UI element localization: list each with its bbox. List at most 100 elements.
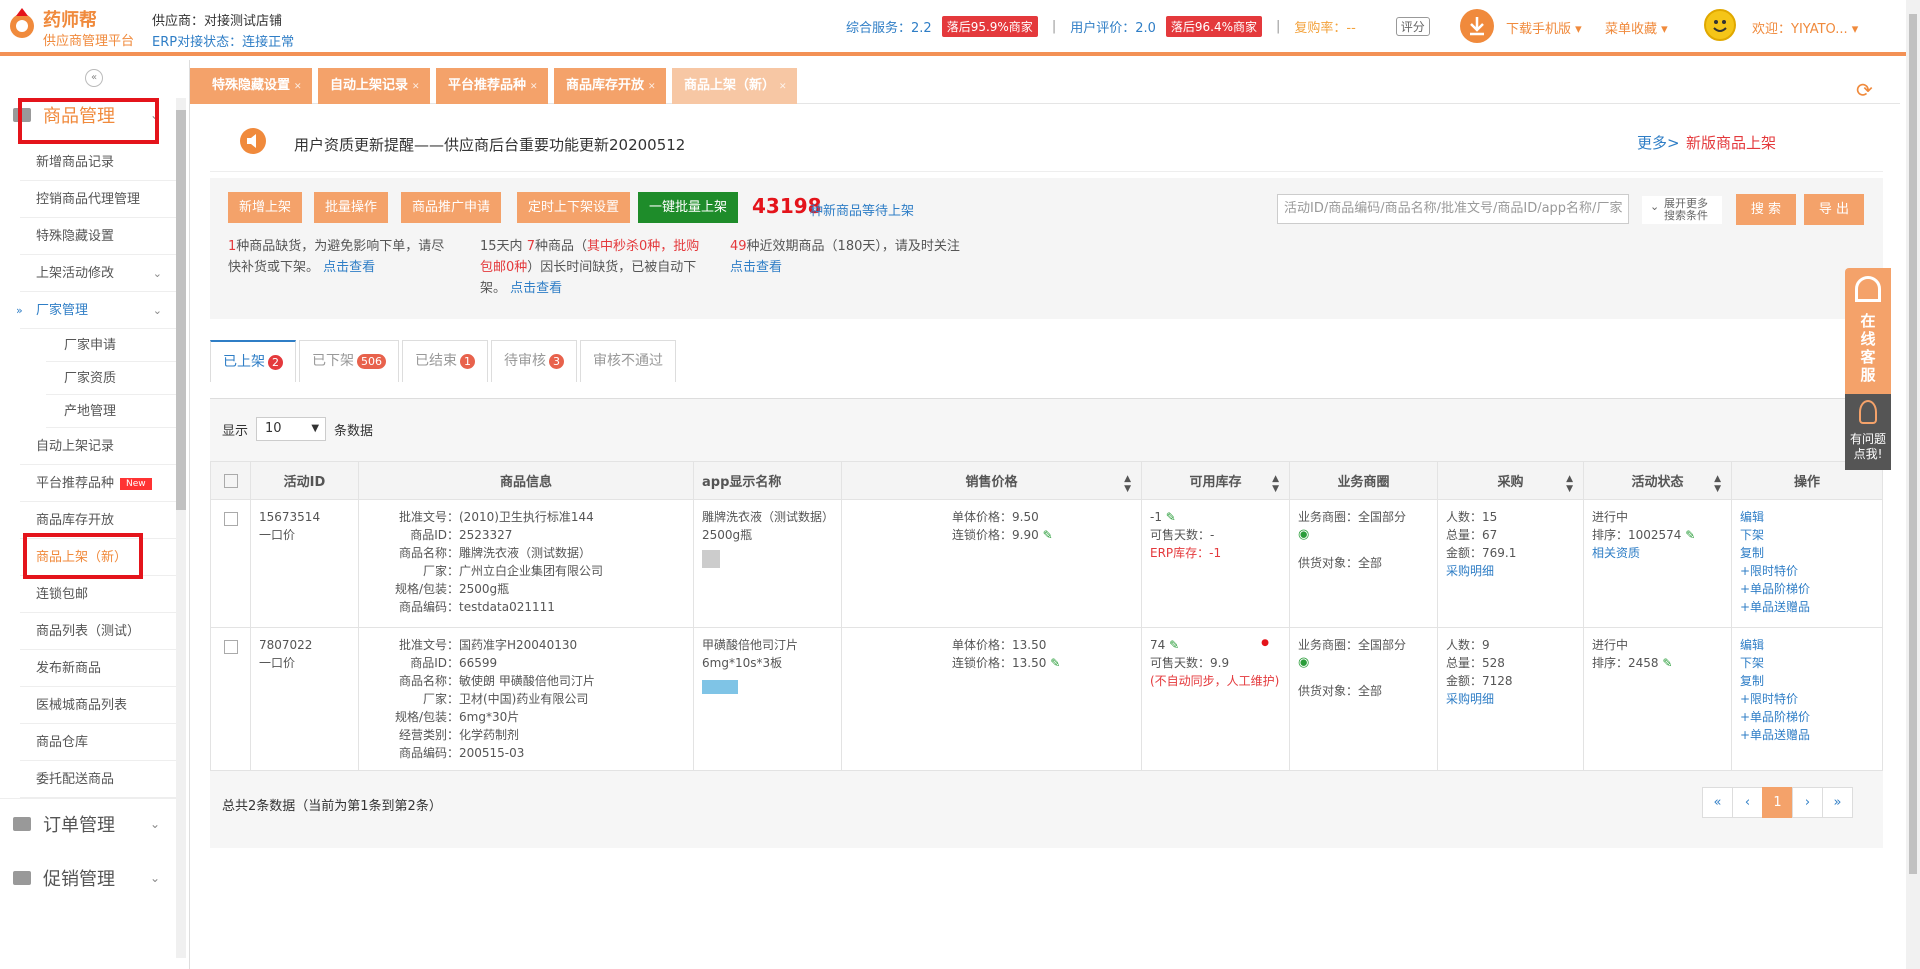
pending-link[interactable]: 种新商品等待上架: [810, 200, 914, 219]
menu-favorites-link[interactable]: 菜单收藏 ▾: [1605, 18, 1668, 37]
tab-special-hidden[interactable]: 特殊隐藏设置 ✕: [200, 68, 312, 104]
tab-listed[interactable]: 已上架 2: [210, 340, 296, 382]
eye-icon[interactable]: ◉: [1298, 654, 1429, 672]
expand-search-button[interactable]: ⌄ 展开更多 搜索条件: [1642, 196, 1722, 224]
search-input[interactable]: 活动ID/商品编码/商品名称/批准文号/商品ID/app名称/厂家: [1277, 194, 1629, 224]
product-thumbnail[interactable]: [702, 680, 738, 694]
sidebar-subitem[interactable]: 产地管理: [46, 395, 176, 428]
col-sale-price[interactable]: 销售价格 ▲ ▼: [841, 461, 1142, 500]
certificate-link[interactable]: 相关资质: [1592, 544, 1723, 562]
edit-pencil-icon[interactable]: ✎: [1043, 528, 1053, 542]
batch-operation-button[interactable]: 批量操作: [314, 192, 389, 223]
close-icon[interactable]: ✕: [412, 82, 420, 92]
select-all-checkbox[interactable]: [223, 473, 238, 488]
new-listing-link[interactable]: 新版商品上架: [1686, 132, 1776, 153]
tab-stock-open[interactable]: 商品库存开放 ✕: [554, 68, 666, 104]
edit-pencil-icon[interactable]: ✎: [1166, 510, 1176, 524]
sidebar-item[interactable]: 医械城商品列表: [20, 687, 176, 724]
sidebar-item[interactable]: 商品列表（测试）: [20, 613, 176, 650]
sidebar-group-promo[interactable]: 促销管理 ⌄: [0, 853, 176, 903]
edit-pencil-icon[interactable]: ✎: [1662, 656, 1672, 670]
sidebar-item[interactable]: 自动上架记录: [20, 428, 176, 465]
tier-price-link[interactable]: +单品阶梯价: [1740, 708, 1874, 726]
close-icon[interactable]: ✕: [530, 82, 538, 92]
edit-link[interactable]: 编辑: [1740, 636, 1874, 654]
flash-sale-link[interactable]: +限时特价: [1740, 562, 1874, 580]
page-size-select[interactable]: 10 ▼: [256, 417, 327, 441]
tab-delisted[interactable]: 已下架 506: [299, 340, 399, 382]
gift-link[interactable]: +单品送赠品: [1740, 726, 1874, 744]
prev-page-button[interactable]: ‹: [1732, 787, 1763, 818]
page-button-current[interactable]: 1: [1762, 787, 1793, 818]
alert-link[interactable]: 点击查看: [510, 281, 562, 296]
page-scrollbar-thumb[interactable]: [1909, 14, 1917, 874]
rating-score[interactable]: 用户评价：2.0: [1070, 17, 1156, 36]
promotion-apply-button[interactable]: 商品推广申请: [401, 192, 502, 223]
download-app-link[interactable]: 下载手机版 ▾: [1506, 18, 1582, 37]
sidebar-item-expandable[interactable]: 厂家管理 ⌄: [20, 292, 176, 329]
sidebar-item[interactable]: 控销商品代理管理: [20, 181, 176, 218]
eye-icon[interactable]: ◉: [1298, 526, 1429, 544]
alert-link[interactable]: 点击查看: [323, 260, 375, 275]
close-icon[interactable]: ✕: [779, 82, 787, 92]
notice-text[interactable]: 用户资质更新提醒——供应商后台重要功能更新20200512: [294, 134, 685, 155]
timer-listing-button[interactable]: 定时上下架设置: [517, 192, 631, 223]
close-icon[interactable]: ✕: [294, 82, 302, 92]
sidebar-item-expandable[interactable]: 上架活动修改 ⌄: [20, 255, 176, 292]
last-page-button[interactable]: »: [1822, 787, 1853, 818]
avatar[interactable]: [1704, 9, 1736, 41]
score-button[interactable]: 评分: [1395, 17, 1430, 36]
col-stock[interactable]: 可用库存 ▲ ▼: [1141, 461, 1290, 500]
new-listing-button[interactable]: 新增上架: [228, 192, 303, 223]
sidebar-item[interactable]: 商品仓库: [20, 724, 176, 761]
copy-link[interactable]: 复制: [1740, 544, 1874, 562]
next-page-button[interactable]: ›: [1792, 787, 1823, 818]
purchase-detail-link[interactable]: 采购明细: [1446, 690, 1575, 708]
row-checkbox[interactable]: [223, 640, 238, 654]
refresh-icon[interactable]: ⟳: [1856, 80, 1876, 100]
col-purchase[interactable]: 采购 ▲ ▼: [1437, 461, 1584, 500]
tab-goods-listing-new[interactable]: 商品上架（新） ✕: [672, 68, 797, 104]
help-widget[interactable]: 有问题点我!: [1845, 394, 1891, 470]
export-button[interactable]: 导 出: [1804, 194, 1864, 225]
search-button[interactable]: 搜 索: [1736, 194, 1796, 225]
alert-link[interactable]: 点击查看: [730, 260, 782, 275]
tab-rejected[interactable]: 审核不通过: [580, 340, 676, 382]
edit-pencil-icon[interactable]: ✎: [1050, 656, 1060, 670]
edit-pencil-icon[interactable]: ✎: [1685, 528, 1695, 542]
flash-sale-link[interactable]: +限时特价: [1740, 690, 1874, 708]
edit-link[interactable]: 编辑: [1740, 508, 1874, 526]
service-score[interactable]: 综合服务：2.2: [846, 17, 932, 36]
tab-auto-listing[interactable]: 自动上架记录 ✕: [318, 68, 430, 104]
one-click-listing-button[interactable]: 一键批量上架: [638, 192, 739, 223]
sidebar-item[interactable]: 特殊隐藏设置: [20, 218, 176, 255]
copy-link[interactable]: 复制: [1740, 672, 1874, 690]
sidebar-item-new[interactable]: 平台推荐品种 New: [20, 465, 176, 502]
sidebar-item[interactable]: 连锁包邮: [20, 576, 176, 613]
row-checkbox[interactable]: [223, 512, 238, 526]
close-icon[interactable]: ✕: [648, 82, 656, 92]
tier-price-link[interactable]: +单品阶梯价: [1740, 580, 1874, 598]
tab-ended[interactable]: 已结束 1: [402, 340, 488, 382]
sidebar-subitem[interactable]: 厂家申请: [46, 329, 176, 362]
sidebar-group-orders[interactable]: 订单管理 ⌄: [0, 798, 176, 848]
edit-pencil-icon[interactable]: ✎: [1169, 638, 1179, 652]
delist-link[interactable]: 下架: [1740, 526, 1874, 544]
delist-link[interactable]: 下架: [1740, 654, 1874, 672]
purchase-detail-link[interactable]: 采购明细: [1446, 562, 1575, 580]
gift-link[interactable]: +单品送赠品: [1740, 598, 1874, 616]
sidebar-subitem[interactable]: 厂家资质: [46, 362, 176, 395]
sidebar-item[interactable]: 发布新商品: [20, 650, 176, 687]
download-icon[interactable]: [1460, 9, 1494, 43]
tab-pending-review[interactable]: 待审核 3: [491, 340, 577, 382]
product-thumbnail[interactable]: [702, 550, 720, 568]
col-activity-status[interactable]: 活动状态 ▲ ▼: [1583, 461, 1732, 500]
sidebar-item[interactable]: 新增商品记录: [20, 144, 176, 181]
welcome-user[interactable]: 欢迎：YIYATO... ▾: [1752, 18, 1858, 37]
sidebar-item[interactable]: 委托配送商品: [20, 761, 176, 798]
first-page-button[interactable]: «: [1702, 787, 1733, 818]
notice-more-link[interactable]: 更多>: [1637, 132, 1680, 153]
tab-platform-recommend[interactable]: 平台推荐品种 ✕: [436, 68, 548, 104]
collapse-sidebar-button[interactable]: «: [85, 69, 103, 87]
sidebar-scrollbar-thumb[interactable]: [176, 110, 186, 510]
